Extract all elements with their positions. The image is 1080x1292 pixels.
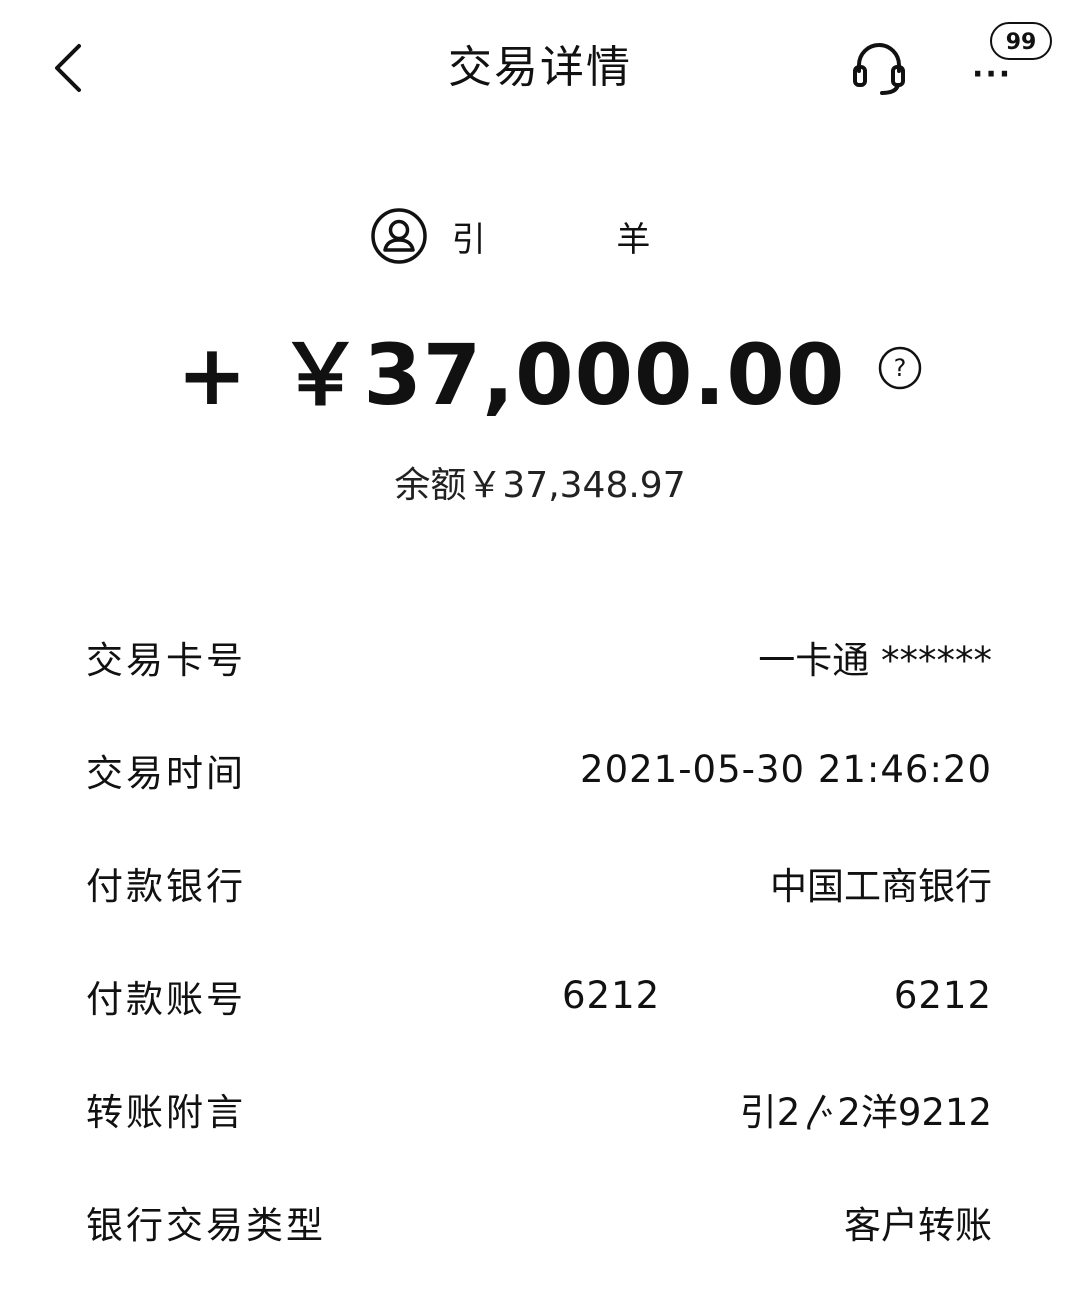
more-dots-icon: ···	[972, 57, 1013, 92]
transfer-remark-value: 引2〴2洋9212	[739, 1090, 992, 1134]
counterparty: 引 羊	[0, 206, 1080, 266]
payer-account-suffix: 6212	[893, 974, 992, 1017]
detail-row-payer-account: 付款账号 6212 6212	[86, 939, 992, 1052]
detail-row-card-number: 交易卡号 一卡通 ******	[86, 600, 992, 713]
card-number-value: 一卡通 ******	[758, 638, 992, 682]
transaction-type-value: 客户转账	[844, 1203, 992, 1247]
detail-label: 交易时间	[86, 751, 246, 795]
transaction-time-value: 2021-05-30 21:46:20	[580, 748, 992, 791]
more-options-button[interactable]: ··· 99	[968, 22, 1060, 94]
page-title: 交易详情	[448, 42, 632, 93]
detail-label: 付款银行	[86, 864, 246, 908]
amount-row: + ￥37,000.00 ?	[0, 318, 1080, 424]
user-circle-icon	[370, 208, 427, 264]
payer-account-prefix: 6212	[562, 974, 661, 1017]
svg-text:?: ?	[894, 354, 907, 382]
headset-icon	[853, 43, 905, 95]
detail-row-time: 交易时间 2021-05-30 21:46:20	[86, 713, 992, 826]
payer-account-value: 6212 6212	[562, 974, 992, 1017]
question-circle-icon[interactable]: ?	[877, 345, 923, 391]
detail-label: 付款账号	[86, 977, 246, 1021]
customer-service-button[interactable]	[848, 38, 910, 100]
payer-bank-value: 中国工商银行	[770, 864, 992, 908]
detail-label: 转账附言	[86, 1090, 246, 1134]
detail-row-payer-bank: 付款银行 中国工商银行	[86, 826, 992, 939]
detail-row-transaction-type: 银行交易类型 客户转账	[86, 1165, 992, 1278]
detail-label: 交易卡号	[86, 638, 246, 682]
detail-row-remark: 转账附言 引2〴2洋9212	[86, 1052, 992, 1165]
account-balance: 余额￥37,348.97	[394, 465, 686, 506]
message-count-badge: 99	[990, 22, 1052, 60]
detail-label: 银行交易类型	[86, 1203, 326, 1247]
transaction-amount: + ￥37,000.00	[176, 325, 846, 424]
transaction-details: 交易卡号 一卡通 ****** 交易时间 2021-05-30 21:46:20…	[86, 600, 992, 1278]
top-bar: 交易详情 ··· 99	[0, 0, 1080, 140]
counterparty-name: 引 羊	[451, 219, 711, 260]
